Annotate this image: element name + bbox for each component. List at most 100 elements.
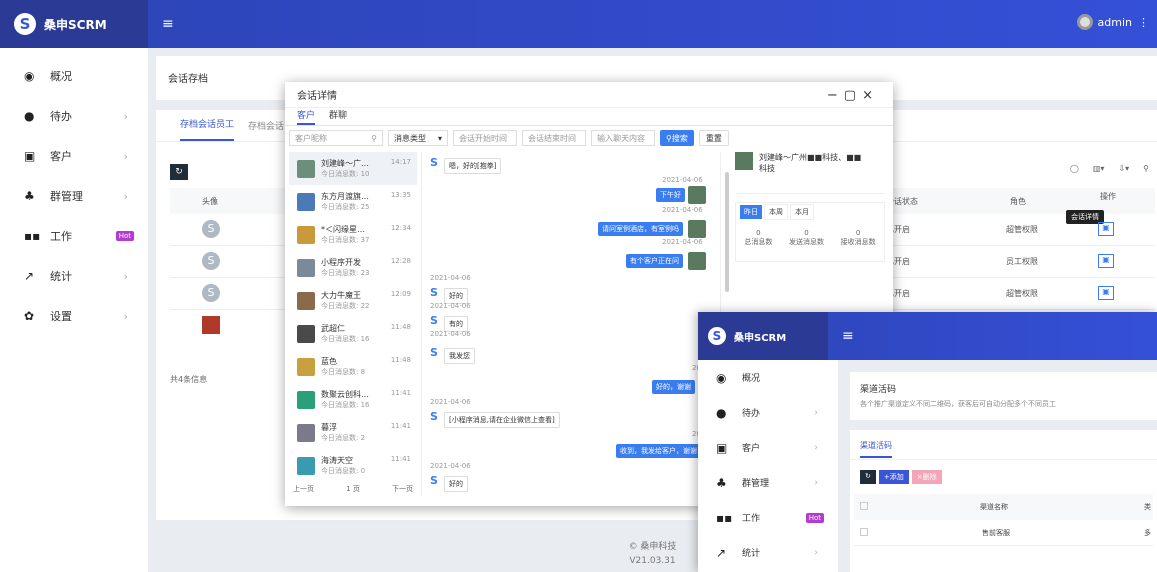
more-vertical-icon[interactable]: ⋮: [1138, 16, 1149, 29]
brand-name: 桑申SCRM: [44, 17, 107, 32]
prev-page-button[interactable]: 上一页: [293, 484, 314, 494]
contact-item[interactable]: 东方月渡旗… 今日消息数: 25 13:35: [289, 185, 417, 218]
tab-group-chat[interactable]: 群聊: [329, 108, 347, 125]
customer-search-input[interactable]: 客户昵称 ⚲: [289, 130, 383, 146]
contact-name: 东方月渡旗…: [321, 191, 369, 201]
sidebar-item-customer[interactable]: ▣ 客户 ›: [698, 430, 838, 465]
export-icon[interactable]: ⇩▾: [1118, 164, 1129, 173]
user-name: admin: [1097, 15, 1132, 29]
scrollbar[interactable]: [725, 172, 729, 292]
avatar: [297, 159, 315, 178]
delete-button[interactable]: ×删除: [911, 470, 942, 484]
tab-yesterday[interactable]: 昨日: [740, 205, 762, 219]
sidebar-item-label: 工作: [50, 230, 72, 243]
close-icon[interactable]: ×: [862, 88, 879, 103]
sidebar-item-settings[interactable]: ✿ 设置 ›: [0, 296, 148, 336]
contact-item[interactable]: 海涛天空 今日消息数: 0 11:41: [289, 449, 417, 482]
keyword-input[interactable]: 输入聊天内容: [591, 130, 655, 146]
contact-name: 刘建峰～广…: [321, 158, 369, 168]
session-detail-button[interactable]: ▣: [1098, 286, 1114, 300]
avatar: [688, 186, 706, 204]
sidebar-item-overview[interactable]: ◉ 概况: [698, 360, 838, 395]
sidebar-item-group[interactable]: ♣ 群管理 ›: [0, 176, 148, 216]
refresh-button[interactable]: ↻: [170, 164, 188, 180]
sidebar-item-stats[interactable]: ↗ 统计 ›: [0, 256, 148, 296]
sidebar-item-todo[interactable]: ● 待办 ›: [0, 96, 148, 136]
sidebar-item-overview[interactable]: ◉ 概况: [0, 56, 148, 96]
contact-count: 今日消息数: 25: [321, 202, 370, 211]
chevron-right-icon: ›: [814, 407, 818, 418]
col-type: 类: [1144, 503, 1151, 511]
total-count: 共4条信息: [170, 375, 208, 384]
search-button[interactable]: ⚲ 搜索: [660, 130, 694, 146]
session-detail-button[interactable]: ▣: [1098, 222, 1114, 236]
brand[interactable]: S 桑申SCRM: [0, 0, 148, 48]
group-icon: ♣: [716, 475, 727, 490]
col-action: 操作: [1100, 192, 1116, 201]
sender-logo-icon: S: [430, 410, 438, 423]
contact-name: 数聚云创科…: [321, 389, 369, 399]
maximize-icon[interactable]: ▢: [844, 88, 862, 103]
select-value: 消息类型: [394, 133, 426, 143]
contact-item[interactable]: 暮浮 今日消息数: 2 11:41: [289, 416, 417, 449]
main-area: 渠道活码 各个推广渠道定义不同二维码，获客后可自动分配多个不同员工 渠道活码 ↻…: [838, 360, 1157, 572]
search-icon[interactable]: ⚲: [1143, 164, 1149, 173]
sidebar-item-label: 待办: [50, 110, 72, 123]
sidebar-item-todo[interactable]: ● 待办 ›: [698, 395, 838, 430]
avatar: [735, 152, 753, 170]
sidebar-item-group[interactable]: ♣ 群管理 ›: [698, 465, 838, 500]
sidebar-item-label: 统计: [742, 549, 761, 559]
sidebar-item-label: 群管理: [50, 190, 83, 203]
tab-channel-code[interactable]: 渠道活码: [860, 441, 892, 458]
sidebar-item-label: 群管理: [742, 479, 770, 489]
sidebar-item-work[interactable]: ▪▪ 工作 Hot: [0, 216, 148, 256]
sidebar: ◉ 概况 ● 待办 › ▣ 客户 › ♣ 群管理 › ▪▪ 工作 Hot ↗ 统计 › ✿ 设置 ›: [0, 48, 148, 572]
contact-item[interactable]: *＜闪缘星… 今日消息数: 37 12:34: [289, 218, 417, 251]
tab-this-month[interactable]: 本月: [790, 204, 814, 220]
tab-this-week[interactable]: 本周: [764, 204, 788, 220]
reset-button[interactable]: 重置: [698, 130, 729, 146]
refresh-button[interactable]: ↻: [860, 470, 876, 484]
contact-item[interactable]: 武超仁 今日消息数: 16 11:48: [289, 317, 417, 350]
tab-staff[interactable]: 存档会话员工: [180, 111, 235, 141]
contact-item[interactable]: 刘建峰～广… 今日消息数: 10 14:17: [289, 152, 417, 185]
message-bubble: 下午好: [656, 188, 685, 202]
contact-item[interactable]: 数聚云创科… 今日消息数: 16 11:41: [289, 383, 417, 416]
contact-item[interactable]: 小程序开发 今日消息数: 23 12:28: [289, 251, 417, 284]
row-checkbox[interactable]: [860, 528, 868, 536]
contact-time: 12:28: [390, 257, 411, 265]
message-date: 2021-04-06: [430, 302, 471, 310]
start-time-input[interactable]: 会话开始时间: [453, 130, 517, 146]
search-toggle-icon[interactable]: ◯: [1070, 164, 1079, 173]
chevron-right-icon: ›: [814, 477, 818, 488]
sidebar-item-work[interactable]: ▪▪ 工作 Hot: [698, 500, 838, 535]
next-page-button[interactable]: 下一页: [392, 484, 413, 494]
contact-item[interactable]: 大力牛魔王 今日消息数: 22 12:09: [289, 284, 417, 317]
logo-icon: S: [14, 13, 36, 35]
sidebar-item-stats[interactable]: ↗ 统计 ›: [698, 535, 838, 570]
minimize-icon[interactable]: −: [827, 88, 844, 103]
select-all-checkbox[interactable]: [860, 502, 868, 510]
columns-icon[interactable]: ▥▾: [1093, 164, 1105, 173]
contact-item[interactable]: 蓝色 今日消息数: 8 11:48: [289, 350, 417, 383]
message-bubble: 请问室例酒店，有室例吗: [598, 222, 683, 236]
tab-customer[interactable]: 客户: [297, 108, 316, 125]
clock-icon: ●: [24, 109, 35, 123]
user-menu[interactable]: admin ⋮: [1076, 14, 1149, 30]
id-card-icon: ▣: [716, 440, 728, 455]
sidebar-item-label: 客户: [742, 444, 761, 454]
contact-name: *＜闪缘星…: [321, 224, 365, 234]
channel-code-window: S 桑申SCRM ≡ ◉ 概况 ● 待办 › ▣ 客户 › ♣ 群管理 › ▪▪ 工作 Hot ↗ 统计…: [698, 312, 1157, 572]
end-time-input[interactable]: 会话结束时间: [522, 130, 586, 146]
menu-toggle-icon[interactable]: ≡: [162, 16, 174, 32]
search-icon[interactable]: ⚲: [371, 134, 377, 143]
sidebar-item-customer[interactable]: ▣ 客户 ›: [0, 136, 148, 176]
message-date: 2021-04-06: [430, 398, 471, 406]
tab-sessions[interactable]: 存档会话: [248, 119, 284, 132]
session-detail-button[interactable]: ▣: [1098, 254, 1114, 268]
sender-logo-icon: S: [430, 314, 438, 327]
add-button[interactable]: +添加: [878, 470, 909, 484]
message-type-select[interactable]: 消息类型 ▾: [388, 130, 448, 146]
sidebar-item-label: 工作: [742, 514, 761, 524]
menu-toggle-icon[interactable]: ≡: [842, 328, 854, 344]
